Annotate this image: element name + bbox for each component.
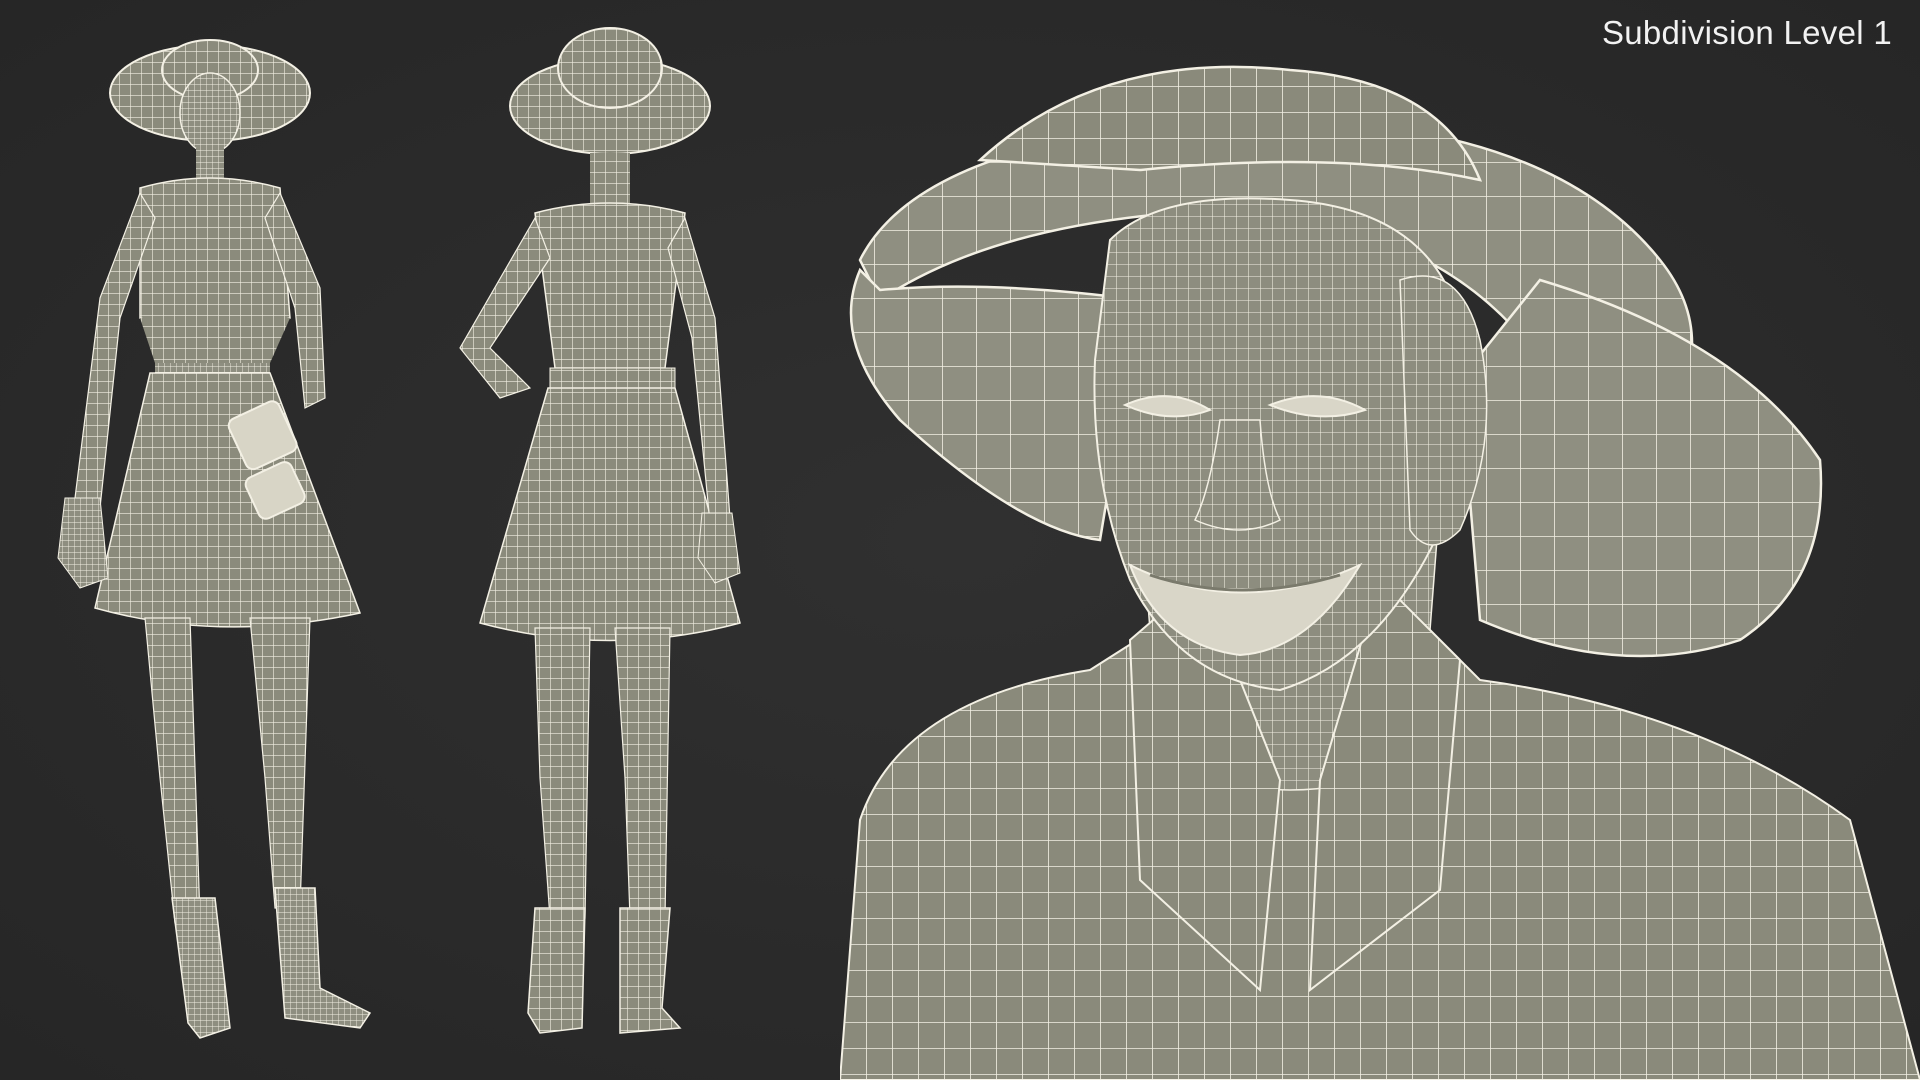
front-figure-view (20, 18, 390, 1058)
render-canvas: Subdivision Level 1 (0, 0, 1920, 1080)
head-closeup-view (840, 60, 1920, 1080)
front-figure-wireframe (57, 39, 372, 1039)
hat-crown (976, 65, 1483, 182)
head-closeup-wireframe (840, 65, 1920, 1080)
back-figure-wireframe (459, 27, 741, 1034)
back-figure-view (440, 18, 820, 1058)
subdivision-level-label: Subdivision Level 1 (1601, 14, 1892, 51)
